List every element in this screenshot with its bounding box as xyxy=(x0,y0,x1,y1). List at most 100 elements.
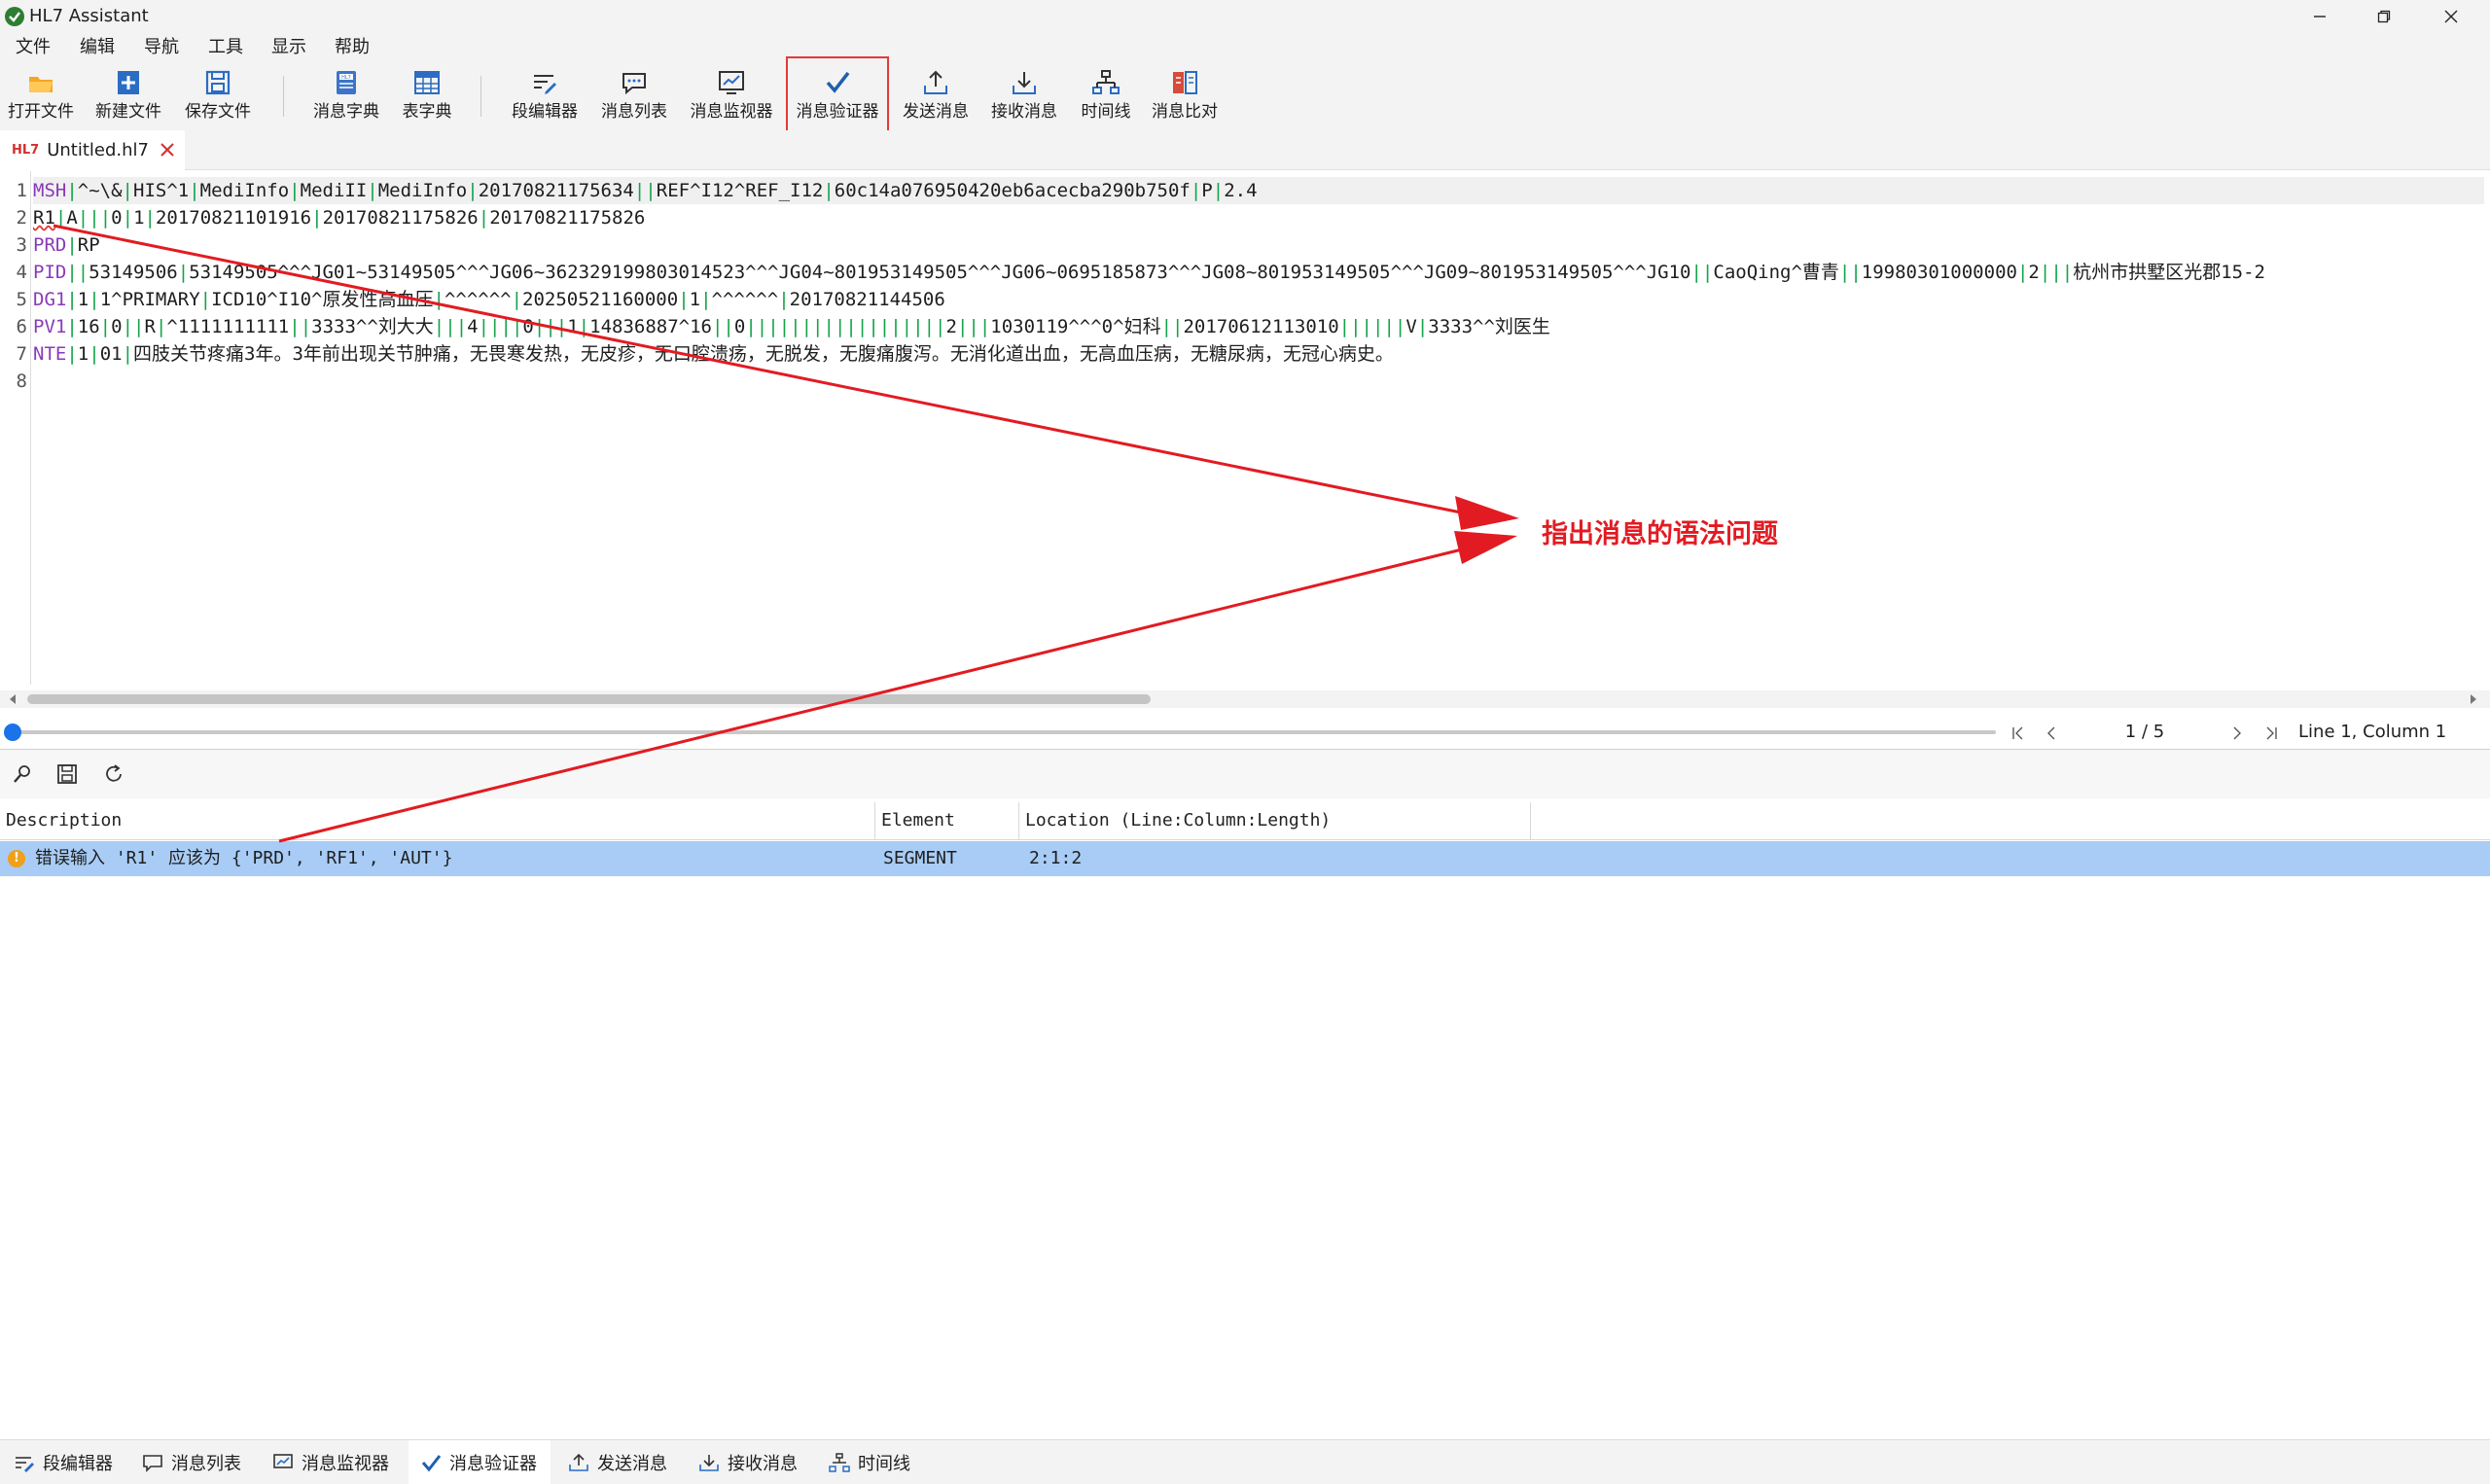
minimize-button[interactable] xyxy=(2291,0,2349,33)
tab-message-list[interactable]: 消息列表 xyxy=(142,1440,251,1484)
menu-edit[interactable]: 编辑 xyxy=(80,37,115,58)
find-button[interactable] xyxy=(10,761,35,787)
app-logo-icon xyxy=(5,7,24,26)
message-slider-track[interactable] xyxy=(12,730,1996,734)
check-icon xyxy=(826,71,850,93)
upload-icon xyxy=(569,1453,588,1471)
message-monitor-button[interactable]: 消息监视器 xyxy=(683,64,780,126)
segment-fields: |1|01|四肢关节疼痛3年。3年前出现关节肿痛，无畏寒发热，无皮疹，无口腔溃疡… xyxy=(66,343,1394,365)
annotation-text: 指出消息的语法问题 xyxy=(1542,519,1778,549)
menu-file[interactable]: 文件 xyxy=(16,37,51,58)
bottom-tab-bar: 段编辑器 消息列表 消息监视器 消息验证器 发送消息 接收消息 时间线 xyxy=(0,1439,2490,1484)
message-validator-button[interactable]: 消息验证器 xyxy=(786,56,889,132)
code-line[interactable] xyxy=(33,368,2484,395)
menu-navigate[interactable]: 导航 xyxy=(144,37,179,58)
code-line[interactable]: PID||53149506|53149505^^^JG01~53149505^^… xyxy=(33,259,2484,286)
segment-id: PID xyxy=(33,262,67,283)
validation-panel: Description Element Location (Line:Colum… xyxy=(0,749,2490,1440)
hl7-file-icon: HL7 xyxy=(12,142,40,158)
message-compare-button[interactable]: 消息比对 xyxy=(1146,64,1224,126)
segment-id: NTE xyxy=(33,343,67,365)
column-element[interactable]: Element xyxy=(875,802,1019,839)
line-number: 8 xyxy=(16,371,27,392)
code-line[interactable]: PRD|RP xyxy=(33,231,2484,259)
refresh-icon xyxy=(106,764,122,782)
code-line[interactable]: R1|A|||0|1|20170821101916|20170821175826… xyxy=(33,204,2484,231)
scroll-right-icon[interactable] xyxy=(2469,693,2478,705)
chat-icon xyxy=(622,73,646,95)
tab-message-validator[interactable]: 消息验证器 xyxy=(409,1440,551,1484)
line-number-gutter: 1 2 3 4 5 6 7 8 xyxy=(0,171,31,685)
tab-message-monitor[interactable]: 消息监视器 xyxy=(272,1440,399,1484)
segment-editor-button[interactable]: 段编辑器 xyxy=(504,64,586,126)
segment-fields: |^~\&|HIS^1|MediInfo|MediII|MediInfo|201… xyxy=(66,180,1258,201)
tab-receive-message[interactable]: 接收消息 xyxy=(698,1440,807,1484)
tab-segment-editor[interactable]: 段编辑器 xyxy=(14,1440,123,1484)
document-tab[interactable]: HL7 Untitled.hl7 xyxy=(0,130,185,171)
code-editor[interactable]: 1 2 3 4 5 6 7 8 MSH|^~\&|HIS^1|MediInfo|… xyxy=(0,171,2490,685)
code-line[interactable]: DG1|1|1^PRIMARY|ICD10^I10^原发性高血压|^^^^^^|… xyxy=(33,286,2484,313)
receive-message-button[interactable]: 接收消息 xyxy=(984,64,1064,126)
menu-view[interactable]: 显示 xyxy=(271,37,306,58)
upload-icon xyxy=(924,70,947,94)
code-line[interactable]: PV1|16|0||R|^1111111111||3333^^刘大大|||4||… xyxy=(33,313,2484,340)
tab-timeline[interactable]: 时间线 xyxy=(829,1440,920,1484)
horizontal-scrollbar[interactable] xyxy=(0,690,2490,708)
next-page-button[interactable] xyxy=(2225,722,2249,745)
timeline-icon xyxy=(829,1452,850,1472)
maximize-icon xyxy=(2377,10,2391,23)
toolbar-separator xyxy=(283,76,284,117)
segment-fields: |16|0||R|^1111111111||3333^^刘大大|||4||||0… xyxy=(66,316,1550,337)
message-slider-thumb[interactable] xyxy=(4,724,21,741)
segment-id: PRD xyxy=(33,234,67,256)
save-results-button[interactable] xyxy=(54,761,80,787)
first-page-button[interactable] xyxy=(2007,722,2030,745)
cursor-position: Line 1, Column 1 xyxy=(2298,722,2447,742)
column-description[interactable]: Description xyxy=(0,802,875,839)
title-bar: HL7 Assistant xyxy=(0,0,2490,33)
document-tab-bar: HL7 Untitled.hl7 xyxy=(0,130,2490,171)
code-line[interactable]: NTE|1|01|四肢关节疼痛3年。3年前出现关节肿痛，无畏寒发热，无皮疹，无口… xyxy=(33,340,2484,368)
table-row[interactable]: ! 错误输入 'R1' 应该为 {'PRD', 'RF1', 'AUT'} SE… xyxy=(0,841,2490,876)
message-list-button[interactable]: 消息列表 xyxy=(593,64,675,126)
send-message-button[interactable]: 发送消息 xyxy=(897,64,975,126)
panel-toolbar xyxy=(0,750,2490,798)
timeline-button[interactable]: 时间线 xyxy=(1072,64,1140,126)
last-page-button[interactable] xyxy=(2259,722,2283,745)
timeline-icon xyxy=(1092,70,1120,94)
chat-icon xyxy=(143,1454,162,1472)
line-number: 5 xyxy=(16,289,27,310)
row-description: 错误输入 'R1' 应该为 {'PRD', 'RF1', 'AUT'} xyxy=(35,848,453,868)
menu-help[interactable]: 帮助 xyxy=(335,37,370,58)
open-file-button[interactable]: 打开文件 xyxy=(4,64,78,126)
monitor-chart-icon xyxy=(273,1453,293,1468)
line-number: 7 xyxy=(16,343,27,365)
maximize-button[interactable] xyxy=(2355,0,2413,33)
segment-id: DG1 xyxy=(33,289,67,310)
segment-fields: |1|1^PRIMARY|ICD10^I10^原发性高血压|^^^^^^|202… xyxy=(66,289,945,310)
page-indicator: 1 / 5 xyxy=(2124,722,2165,742)
refresh-button[interactable] xyxy=(101,761,126,787)
message-navigation-bar: 1 / 5 Line 1, Column 1 xyxy=(0,716,2490,749)
prev-page-button[interactable] xyxy=(2040,722,2063,745)
column-location[interactable]: Location (Line:Column:Length) xyxy=(1019,802,1531,839)
close-button[interactable] xyxy=(2422,0,2480,33)
save-file-button[interactable]: 保存文件 xyxy=(181,64,255,126)
folder-open-icon xyxy=(29,77,53,92)
menu-bar: 文件 编辑 导航 工具 显示 帮助 xyxy=(0,33,2490,62)
line-number: 1 xyxy=(16,180,27,201)
close-icon[interactable] xyxy=(159,141,176,159)
close-icon xyxy=(2444,10,2458,23)
tab-send-message[interactable]: 发送消息 xyxy=(568,1440,677,1484)
scrollbar-thumb[interactable] xyxy=(27,694,1151,704)
line-number: 2 xyxy=(16,207,27,229)
minimize-icon xyxy=(2314,16,2326,18)
menu-tools[interactable]: 工具 xyxy=(208,37,243,58)
row-element: SEGMENT xyxy=(883,848,957,868)
code-line[interactable]: MSH|^~\&|HIS^1|MediInfo|MediII|MediInfo|… xyxy=(33,177,2484,204)
save-icon xyxy=(205,70,231,95)
new-file-button[interactable]: 新建文件 xyxy=(91,64,165,126)
scroll-left-icon[interactable] xyxy=(8,693,18,705)
table-dictionary-button[interactable]: 表字典 xyxy=(393,64,461,126)
message-dictionary-button[interactable]: HL7 消息字典 xyxy=(307,64,385,126)
